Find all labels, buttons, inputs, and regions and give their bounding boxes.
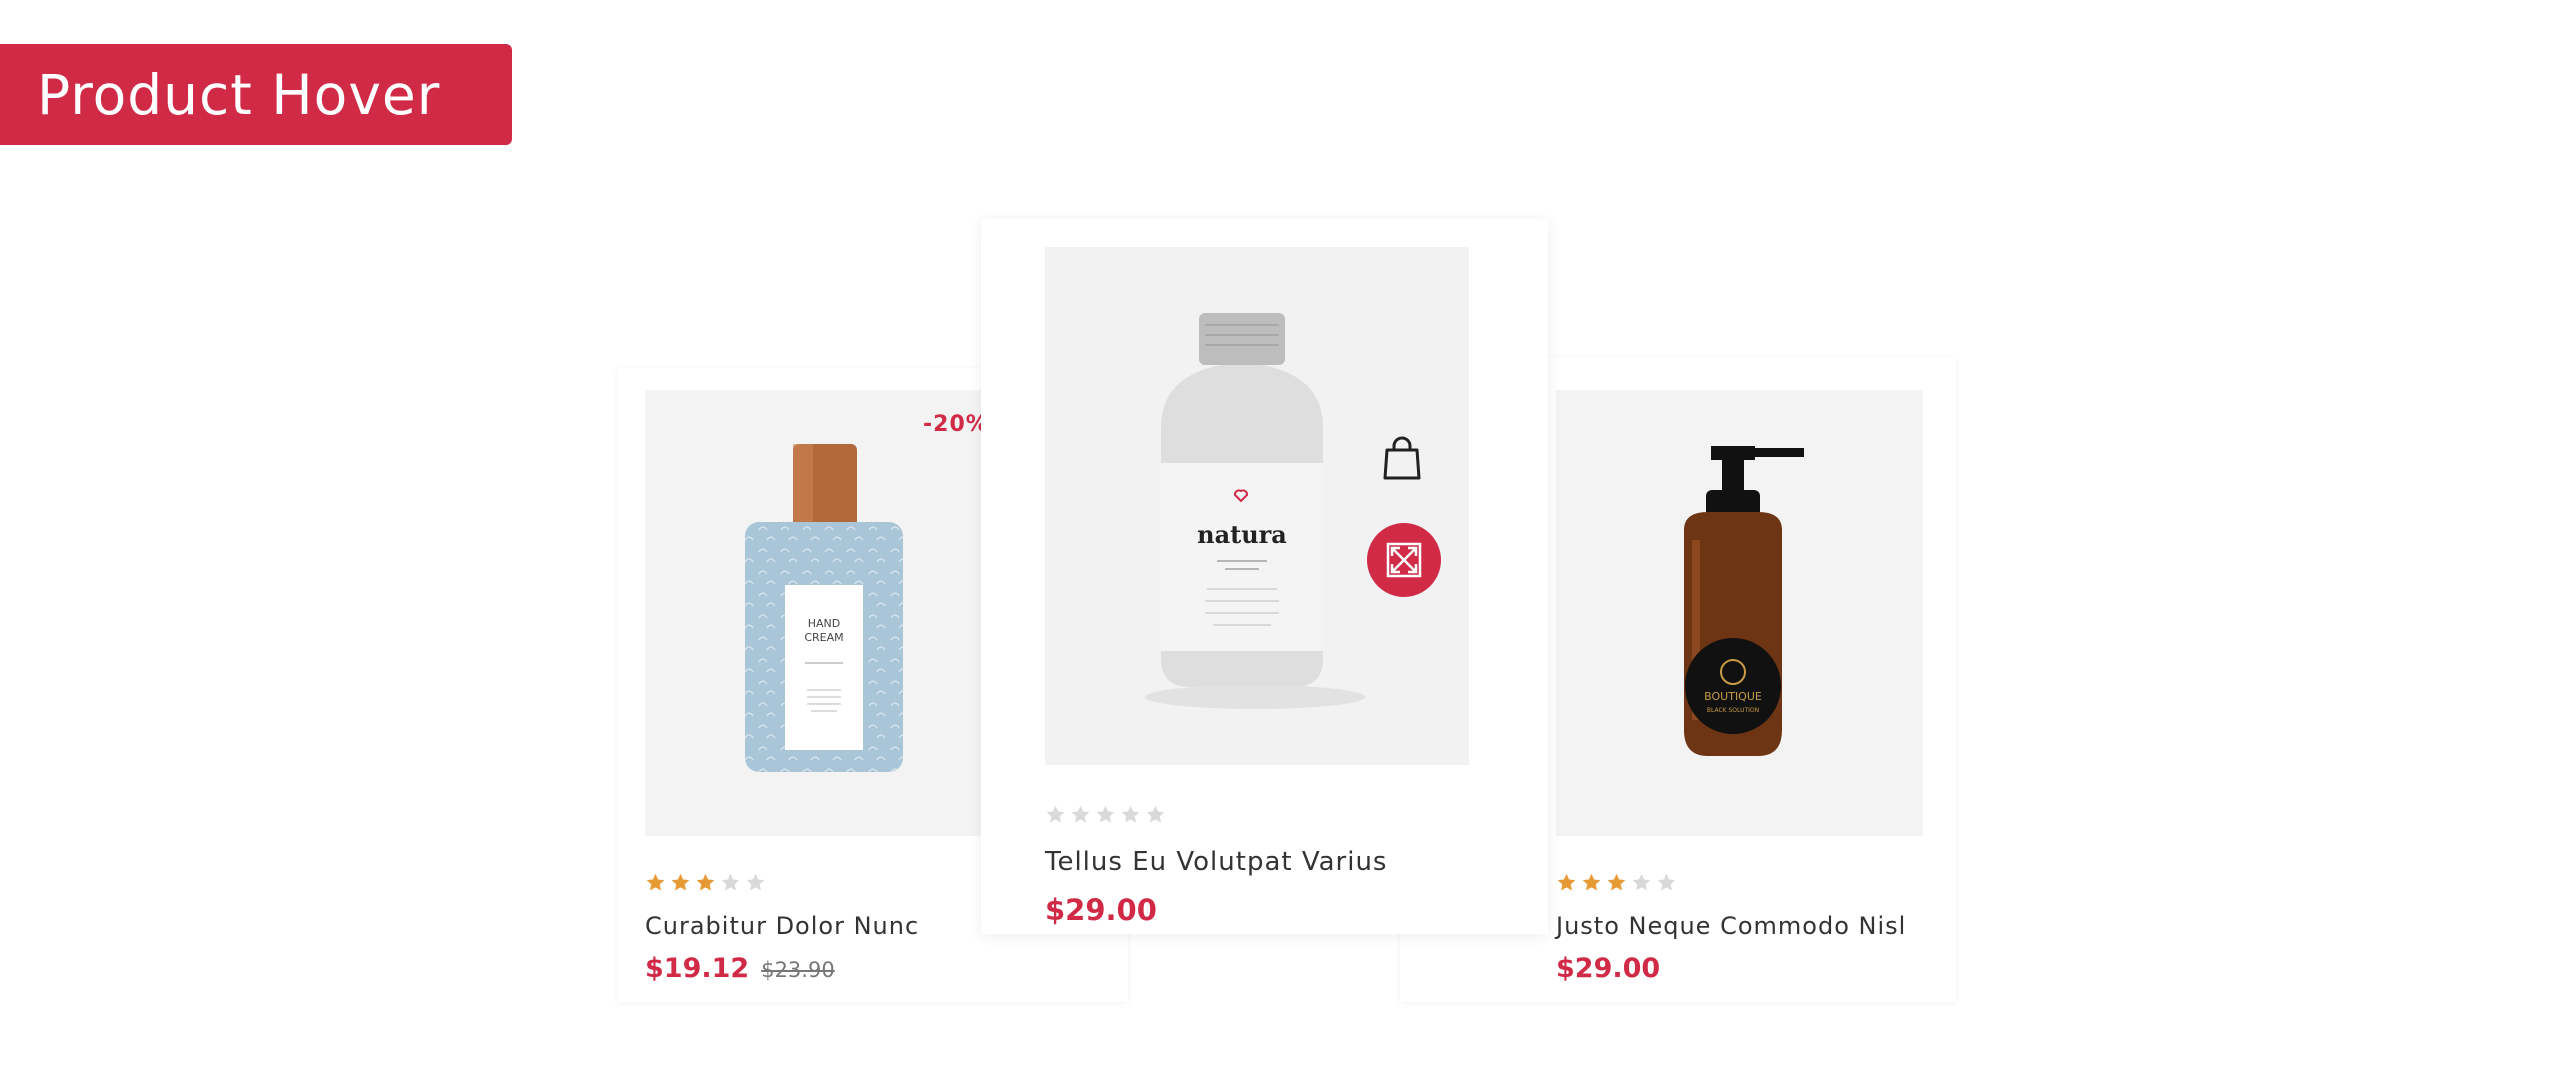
shopping-bag-icon[interactable] [1382, 436, 1422, 482]
label-line1: HAND [808, 617, 841, 630]
star-filled-icon [646, 873, 665, 891]
price: $29.00 [1556, 953, 1661, 984]
star-rating [1556, 872, 1677, 893]
pump-bottle-image: BOUTIQUE BLACK SOLUTION [1556, 390, 1923, 836]
star-rating [645, 872, 766, 893]
product-title[interactable]: Justo Neque Commodo Nisl [1556, 912, 1906, 940]
quickview-button[interactable] [1367, 523, 1441, 597]
price-row: $19.12 $23.90 [645, 953, 835, 984]
star-empty-icon [1096, 805, 1115, 823]
star-empty-icon [1146, 805, 1165, 823]
product-card-hovered[interactable]: natura Tellus Eu Volutpat Varius $29.00 [981, 219, 1548, 934]
star-empty-icon [746, 873, 765, 891]
section-title: Product Hover [37, 62, 441, 127]
product-title[interactable]: Tellus Eu Volutpat Varius [1045, 847, 1387, 877]
star-empty-icon [721, 873, 740, 891]
product-image[interactable]: BOUTIQUE BLACK SOLUTION [1556, 390, 1923, 836]
price-row: $29.00 [1556, 953, 1660, 984]
star-rating [1045, 804, 1166, 825]
star-empty-icon [1046, 805, 1065, 823]
price-row: $29.00 [1045, 893, 1157, 927]
star-empty-icon [1071, 805, 1090, 823]
expand-arrows-icon [1386, 542, 1422, 578]
section-banner: Product Hover [0, 44, 512, 145]
star-filled-icon [696, 873, 715, 891]
page: Product Hover HAND CREAM -20% Curabitur … [0, 0, 2560, 1077]
price: $29.00 [1045, 893, 1157, 927]
product-image[interactable]: natura [1045, 247, 1469, 765]
old-price: $23.90 [761, 958, 835, 982]
star-filled-icon [1607, 873, 1626, 891]
star-filled-icon [1557, 873, 1576, 891]
label-line2: BLACK SOLUTION [1707, 707, 1759, 714]
star-filled-icon [671, 873, 690, 891]
price: $19.12 [645, 953, 750, 984]
product-title[interactable]: Curabitur Dolor Nunc [645, 912, 919, 940]
label-line2: CREAM [804, 631, 843, 644]
label-line1: natura [1197, 520, 1287, 549]
discount-badge: -20% [923, 412, 989, 437]
star-empty-icon [1632, 873, 1651, 891]
star-empty-icon [1657, 873, 1676, 891]
natura-bottle-image: natura [1045, 247, 1469, 765]
star-empty-icon [1121, 805, 1140, 823]
label-line1: BOUTIQUE [1704, 690, 1762, 703]
star-filled-icon [1582, 873, 1601, 891]
